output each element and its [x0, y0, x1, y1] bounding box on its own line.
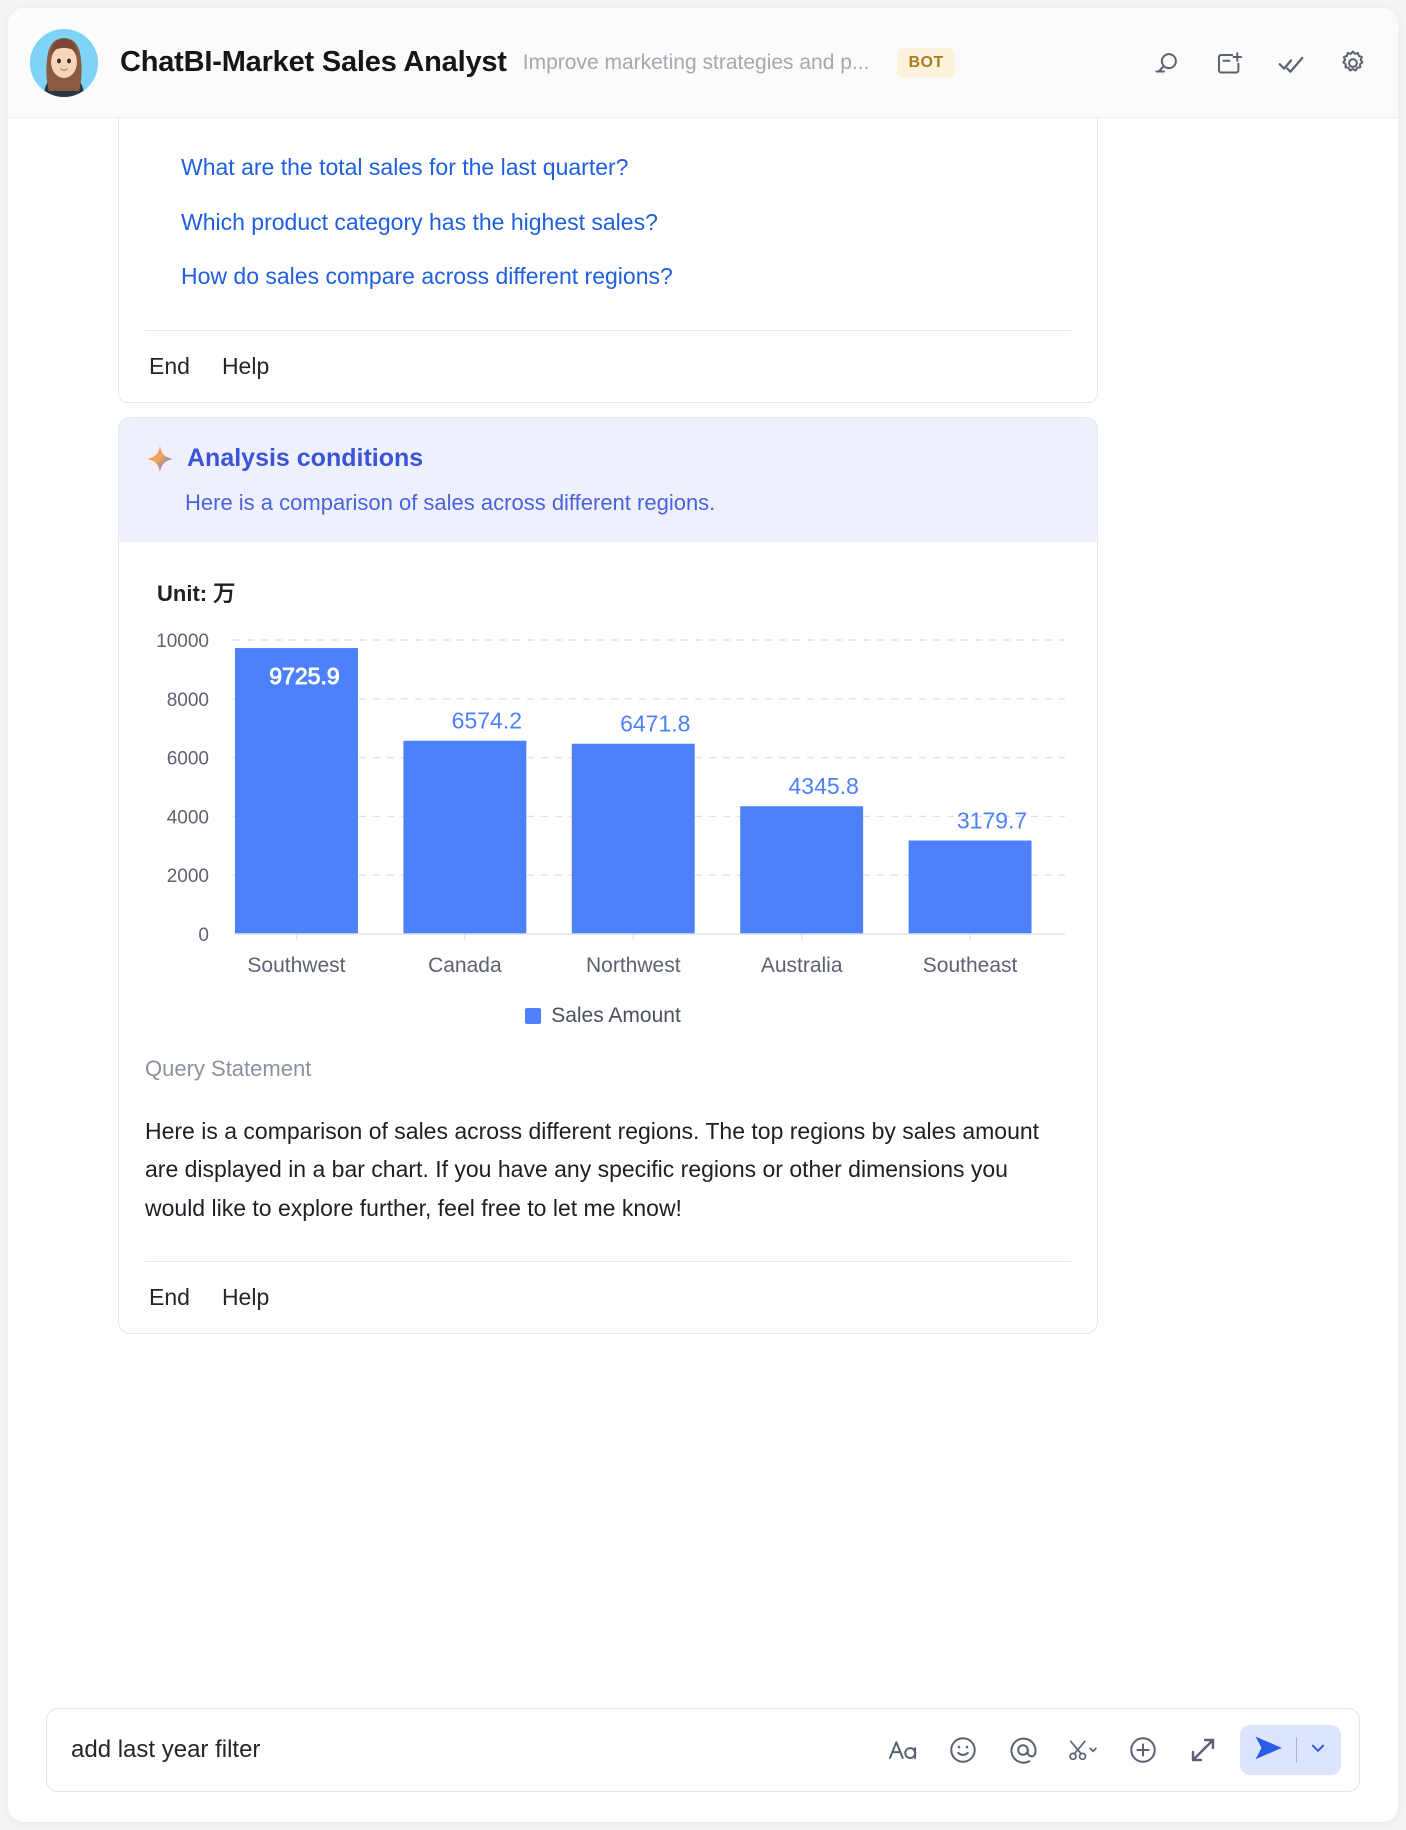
end-button[interactable]: End: [149, 353, 190, 380]
query-section: Query Statement Here is a comparison of …: [119, 1048, 1097, 1228]
avatar: [30, 29, 98, 97]
analysis-card-actions: End Help: [119, 1262, 1097, 1333]
composer: [46, 1708, 1360, 1792]
help-button[interactable]: Help: [222, 353, 269, 380]
emoji-icon[interactable]: [946, 1733, 980, 1767]
bar-southwest[interactable]: [235, 648, 358, 934]
bar-australia[interactable]: [740, 806, 863, 934]
x-tick-label: Australia: [761, 954, 843, 977]
chart-container: Unit: 万 0 2000 4000 6000 8000 10000 9725.9 657…: [119, 542, 1097, 1048]
y-tick-label: 10000: [156, 631, 209, 652]
mention-icon[interactable]: [1006, 1733, 1040, 1767]
query-statement-label: Query Statement: [145, 1056, 1071, 1082]
suggestion-list: What are the total sales for the last qu…: [119, 118, 1097, 308]
chart-bars: [235, 648, 1032, 934]
y-tick-label: 4000: [167, 807, 209, 828]
composer-area: [8, 1690, 1398, 1822]
bar-value-label: 3179.7: [957, 807, 1027, 833]
app-header: ChatBI-Market Sales Analyst Improve mark…: [8, 8, 1398, 118]
scissors-icon[interactable]: [1066, 1733, 1100, 1767]
legend-label: Sales Amount: [551, 1004, 681, 1028]
bar-value-label: 6471.8: [620, 710, 690, 736]
bar-northwest[interactable]: [572, 743, 695, 933]
bar-value-label: 9725.9: [269, 663, 339, 689]
search-icon[interactable]: [1150, 46, 1184, 80]
chart-y-axis-ticks: 0 2000 4000 6000 8000 10000: [156, 631, 209, 946]
plus-circle-icon[interactable]: [1126, 1733, 1160, 1767]
bar-value-label: 6574.2: [452, 707, 522, 733]
chart-x-axis-ticks: Southwest Canada Northwest Australia Southea…: [247, 934, 1017, 977]
y-tick-label: 0: [198, 925, 209, 946]
message-input[interactable]: [69, 1735, 886, 1765]
query-statement-text: Here is a comparison of sales across dif…: [145, 1112, 1045, 1228]
chat-window: ChatBI-Market Sales Analyst Improve mark…: [8, 8, 1398, 1822]
gear-icon[interactable]: [1336, 46, 1370, 80]
send-icon: [1252, 1734, 1286, 1767]
chat-body: What are the total sales for the last qu…: [8, 118, 1398, 1690]
analysis-header: Analysis conditions Here is a comparison…: [119, 418, 1097, 542]
x-tick-label: Northwest: [586, 954, 681, 977]
card-actions: End Help: [119, 331, 1097, 402]
page-title: ChatBI-Market Sales Analyst: [120, 46, 507, 79]
legend-swatch: [525, 1008, 541, 1024]
analysis-card: Analysis conditions Here is a comparison…: [118, 417, 1098, 1335]
y-tick-label: 8000: [167, 689, 209, 710]
status-badge: BOT: [897, 48, 954, 78]
y-tick-label: 6000: [167, 748, 209, 769]
bar-canada[interactable]: [403, 740, 526, 933]
send-button[interactable]: [1240, 1725, 1341, 1775]
app-screen: ChatBI-Market Sales Analyst Improve mark…: [0, 0, 1406, 1830]
chart-legend[interactable]: Sales Amount: [135, 1004, 1071, 1042]
help-button[interactable]: Help: [222, 1284, 269, 1311]
chat-scroll-area[interactable]: What are the total sales for the last qu…: [8, 118, 1398, 1690]
chart-unit-label: Unit: 万: [157, 576, 1071, 608]
analysis-subtitle: Here is a comparison of sales across dif…: [185, 490, 1069, 516]
sparkle-icon: [145, 444, 175, 474]
divider: [1296, 1737, 1297, 1763]
suggestion-link-0[interactable]: What are the total sales for the last qu…: [119, 140, 1097, 195]
expand-icon[interactable]: [1186, 1733, 1220, 1767]
x-tick-label: Canada: [428, 954, 502, 977]
header-actions: [1150, 46, 1370, 80]
text-format-icon[interactable]: [886, 1733, 920, 1767]
y-tick-label: 2000: [167, 866, 209, 887]
mark-read-icon[interactable]: [1274, 46, 1308, 80]
bar-value-label: 4345.8: [788, 773, 858, 799]
x-tick-label: Southeast: [923, 954, 1018, 977]
send-options-chevron-down-icon[interactable]: [1307, 1737, 1329, 1764]
new-chat-icon[interactable]: [1212, 46, 1246, 80]
bar-chart[interactable]: 0 2000 4000 6000 8000 10000 9725.9 6574.2 6471.…: [145, 622, 1071, 1002]
suggestion-link-1[interactable]: Which product category has the highest s…: [119, 195, 1097, 250]
suggestions-card: What are the total sales for the last qu…: [118, 118, 1098, 403]
x-tick-label: Southwest: [247, 954, 345, 977]
end-button[interactable]: End: [149, 1284, 190, 1311]
composer-icons: [886, 1733, 1220, 1767]
analysis-title: Analysis conditions: [187, 444, 423, 473]
suggestion-link-2[interactable]: How do sales compare across different re…: [119, 249, 1097, 304]
app-subtitle: Improve marketing strategies and p...: [523, 51, 870, 75]
bar-southeast[interactable]: [909, 840, 1032, 933]
